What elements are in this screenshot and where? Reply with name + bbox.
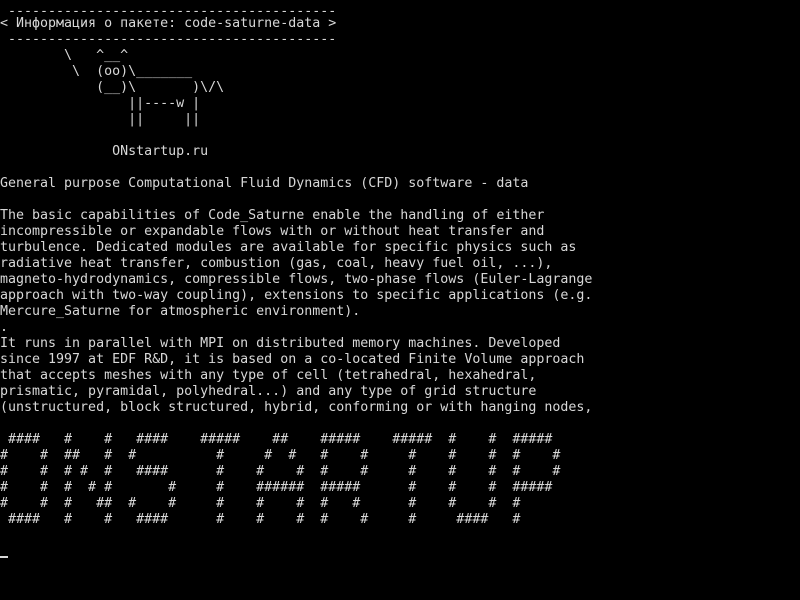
paragraph-separator: . — [0, 320, 9, 335]
site-name: ONstartup.ru — [0, 144, 209, 159]
ascii-banner-line: #### # # #### # # # # # # #### # — [0, 512, 521, 527]
ascii-banner-line: # # # # # # # ###### ##### # # # ##### — [0, 480, 553, 495]
cowsay-message: < Информация о пакете: code-saturne-data… — [0, 16, 337, 31]
package-summary: General purpose Computational Fluid Dyna… — [0, 176, 529, 191]
description-line: prismatic, pyramidal, polyhedral...) and… — [0, 384, 537, 399]
cow-line: (__)\ )\/\ — [0, 80, 225, 95]
ascii-banner-line: #### # # #### ##### ## ##### ##### # # #… — [0, 432, 553, 447]
description-line: (unstructured, block structured, hybrid,… — [0, 400, 593, 415]
description-line: approach with two-way coupling), extensi… — [0, 288, 593, 303]
description-line: Mercure_Saturne for atmospheric environm… — [0, 304, 361, 319]
description-line: The basic capabilities of Code_Saturne e… — [0, 208, 545, 223]
cow-line: ||----w | — [0, 96, 201, 111]
cowsay-bottom-border: ----------------------------------------… — [0, 32, 337, 47]
terminal-screen[interactable]: ----------------------------------------… — [0, 0, 800, 600]
description-line: radiative heat transfer, combustion (gas… — [0, 256, 553, 271]
ascii-banner-line: # # ## # # # # # # # # # # # # — [0, 448, 561, 463]
ascii-banner-line: # # # # # #### # # # # # # # # # # — [0, 464, 561, 479]
ascii-banner-line: # # # ## # # # # # # # # # # # — [0, 496, 521, 511]
description-line: magneto-hydrodynamics, compressible flow… — [0, 272, 593, 287]
description-line: that accepts meshes with any type of cel… — [0, 368, 537, 383]
description-line: since 1997 at EDF R&D, it is based on a … — [0, 352, 585, 367]
description-line: incompressible or expandable flows with … — [0, 224, 545, 239]
cow-line: || || — [0, 112, 201, 127]
description-line: turbulence. Dedicated modules are availa… — [0, 240, 577, 255]
text-cursor — [0, 556, 8, 558]
description-line: It runs in parallel with MPI on distribu… — [0, 336, 561, 351]
cow-line: \ ^__^ — [0, 48, 129, 63]
cow-line: \ (oo)\_______ — [0, 64, 193, 79]
